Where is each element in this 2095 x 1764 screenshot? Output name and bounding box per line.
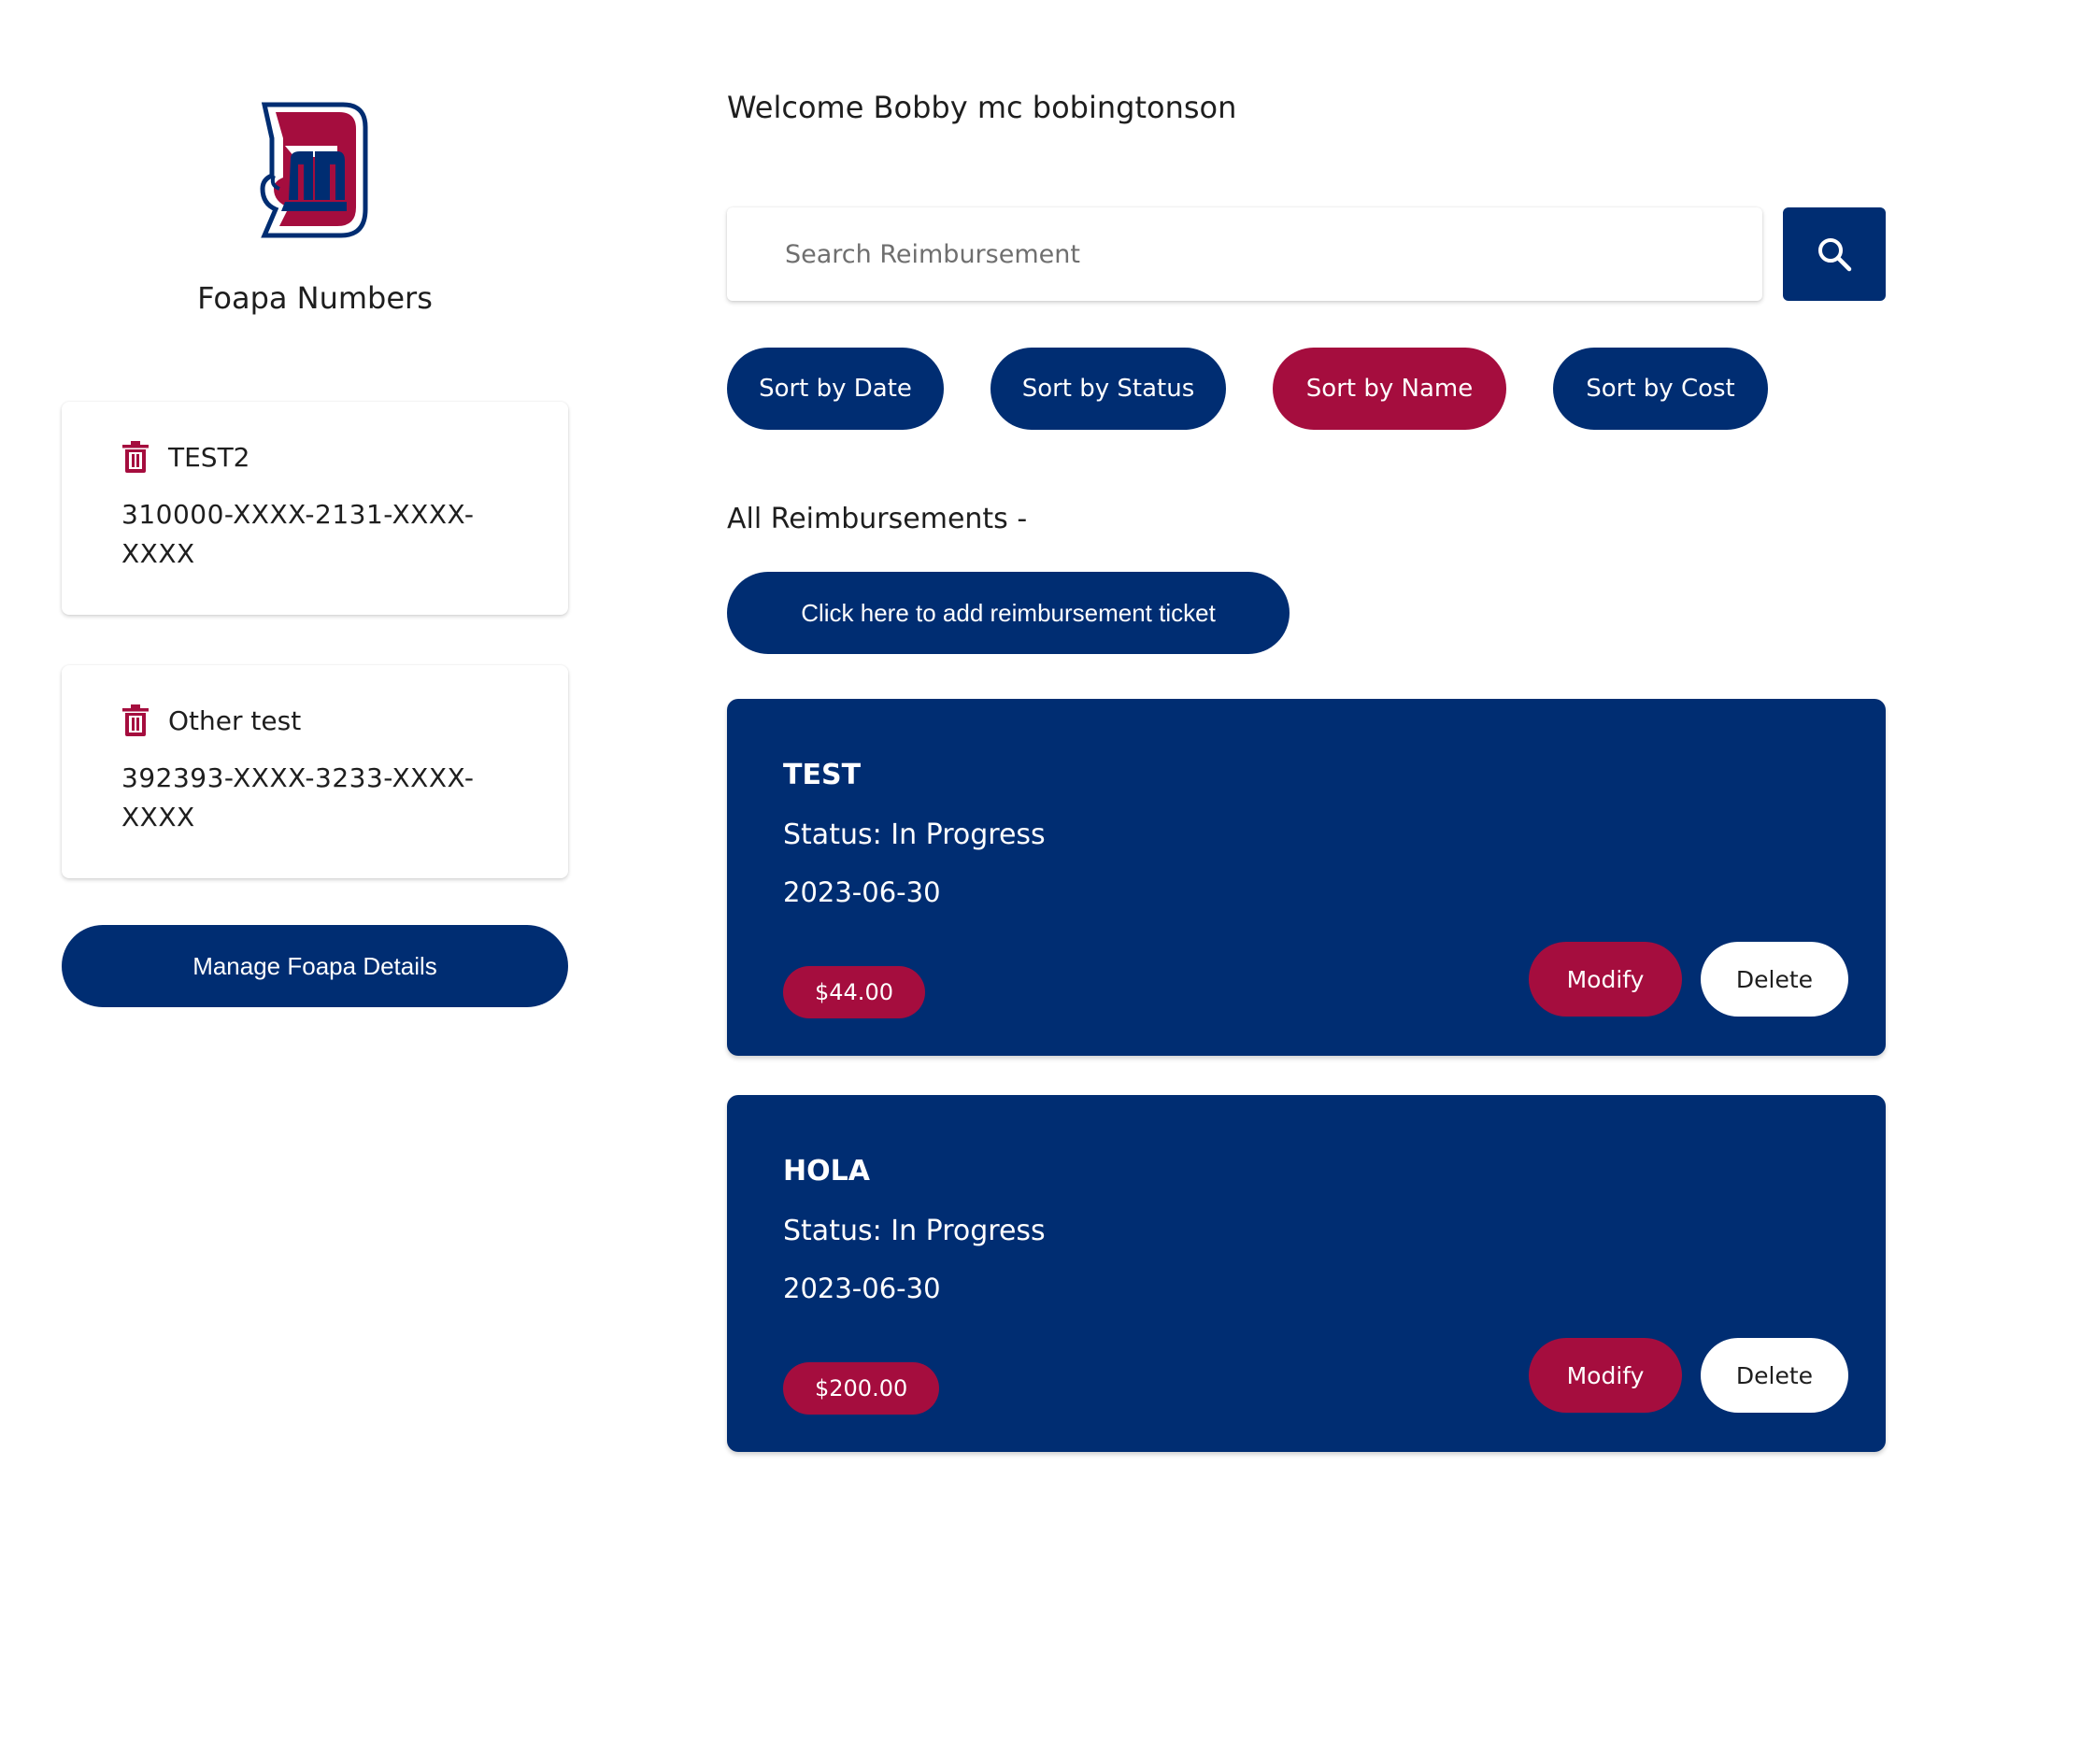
reimbursement-card: HOLA Status: In Progress 2023-06-30 $200… [727,1095,1886,1452]
ticket-cost-badge: $200.00 [783,1362,940,1415]
ticket-date: 2023-06-30 [783,876,941,908]
foapa-card-head: Other test [121,704,301,736]
modify-button[interactable]: Modify [1529,1338,1682,1413]
ticket-status: Status: In Progress [783,1215,1046,1247]
search-icon [1818,238,1852,272]
trash-icon[interactable] [121,441,150,473]
sort-buttons: Sort by Date Sort by Status Sort by Name… [727,348,1886,430]
search-input[interactable] [727,207,1762,301]
foapa-card: Other test 392393-XXXX-3233-XXXX-XXXX [62,665,568,878]
foapa-number: 392393-XXXX-3233-XXXX-XXXX [121,762,475,832]
ticket-date: 2023-06-30 [783,1273,941,1304]
foapa-card: TEST2 310000-XXXX-2131-XXXX-XXXX [62,402,568,615]
search-button[interactable] [1783,207,1886,301]
welcome-message: Welcome Bobby mc bobingtonson [727,90,1237,125]
sort-by-date-button[interactable]: Sort by Date [727,348,944,430]
ticket-name: TEST [783,759,862,791]
foapa-card-head: TEST2 [121,441,250,473]
search-box [727,207,1762,301]
trash-icon[interactable] [121,704,150,736]
ticket-name: HOLA [783,1155,870,1188]
reimbursement-card: TEST Status: In Progress 2023-06-30 $44.… [727,699,1886,1056]
foapa-name: TEST2 [168,441,250,473]
foapa-number: 310000-XXXX-2131-XXXX-XXXX [121,499,475,569]
ticket-status: Status: In Progress [783,818,1046,851]
foapa-name: Other test [168,704,302,736]
modify-button[interactable]: Modify [1529,942,1682,1017]
add-reimbursement-button[interactable]: Click here to add reimbursement ticket [727,572,1290,654]
sort-by-cost-button[interactable]: Sort by Cost [1553,348,1768,430]
sidebar-title: Foapa Numbers [197,280,433,316]
sort-by-name-button[interactable]: Sort by Name [1273,348,1506,430]
sort-by-status-button[interactable]: Sort by Status [990,348,1226,430]
manage-foapa-button[interactable]: Manage Foapa Details [62,925,568,1007]
delete-button[interactable]: Delete [1701,942,1848,1017]
section-title: All Reimbursements - [727,503,1028,535]
delete-button[interactable]: Delete [1701,1338,1848,1413]
detroit-mercy-d-logo [260,102,368,238]
ticket-cost-badge: $44.00 [783,966,925,1018]
